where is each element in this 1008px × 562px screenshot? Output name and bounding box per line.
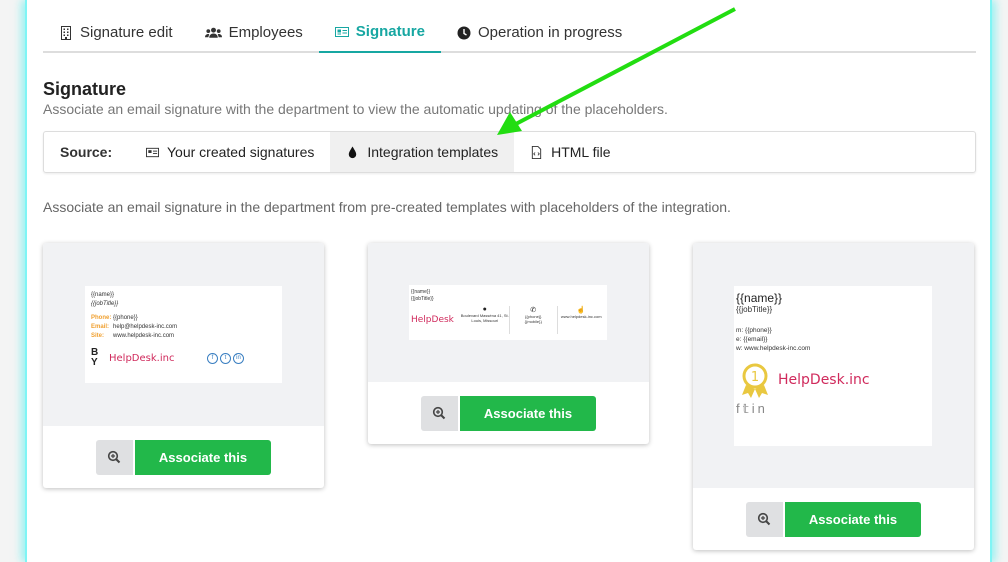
source-option-label: Integration templates: [367, 144, 499, 160]
intro-text: Associate an email signature in the depa…: [43, 199, 731, 215]
phone-block: ✆ {{phone}} {{mobile}}: [510, 306, 558, 334]
svg-text:1: 1: [751, 370, 759, 385]
template-card: {{name}} {{jobTitle}} Phone: {{phone}} E…: [43, 243, 324, 488]
zoom-in-icon: [433, 406, 446, 420]
template-card: {{name}} {{jobTitle}} HelpDesk ● Bouleva…: [368, 243, 649, 444]
sig-job: {{jobTitle}}: [411, 296, 434, 302]
facebook-icon: f: [736, 401, 743, 416]
source-option-integration-templates[interactable]: Integration templates: [330, 132, 515, 172]
phone-icon: ✆: [530, 307, 537, 314]
twitter-icon: 𝕥: [742, 401, 752, 416]
brand-logo: HelpDesk.inc: [778, 372, 870, 388]
brand-logo: HelpDesk: [411, 315, 454, 325]
preview-zoom-button[interactable]: [95, 439, 133, 475]
map-marker-icon: ●: [482, 306, 487, 313]
signature-preview: {{name}} {{jobTitle}} m: {{phone}} e: {{…: [734, 286, 932, 446]
tab-bar: Signature edit Employees Signature Opera…: [43, 12, 976, 53]
sig-name: {{name}}: [91, 292, 115, 298]
site-block: ☝ www.helpdesk-inc.com: [558, 306, 606, 334]
source-option-html-file[interactable]: HTML file: [514, 132, 626, 172]
sig-site: www.helpdesk-inc.com: [560, 314, 602, 319]
tab-label: Employees: [228, 24, 303, 41]
source-label: Source:: [60, 144, 113, 160]
pointer-icon: ☝: [576, 307, 586, 314]
card-actions: Associate this: [693, 488, 974, 550]
twitter-icon: t: [220, 352, 231, 364]
logo-by: BY: [91, 347, 99, 368]
section-title: Signature: [43, 79, 127, 99]
source-option-label: Your created signatures: [167, 144, 315, 160]
sig-name: {{name}}: [411, 289, 431, 295]
tab-label: Signature edit: [80, 24, 173, 41]
zoom-in-icon: [108, 450, 121, 464]
preview-zoom-button[interactable]: [420, 395, 458, 431]
sig-job: {{jobTitle}}: [91, 301, 119, 307]
users-icon: [204, 27, 222, 38]
section-subtitle: Associate an email signature with the de…: [43, 101, 668, 117]
source-option-label: HTML file: [551, 144, 611, 160]
main-panel: Signature edit Employees Signature Opera…: [27, 0, 990, 562]
file-code-icon: [531, 145, 542, 159]
tab-label: Operation in progress: [477, 24, 623, 41]
sig-phone-label: Phone:: [91, 315, 112, 321]
sig-web: w: www.helpdesk-inc.com: [736, 345, 811, 352]
card-actions: Associate this: [368, 382, 649, 444]
signature-preview: {{name}} {{jobTitle}} HelpDesk ● Bouleva…: [409, 285, 607, 340]
social-icons: f𝕥in: [736, 401, 930, 417]
template-preview[interactable]: {{name}} {{jobTitle}} Phone: {{phone}} E…: [43, 243, 324, 426]
card-actions: Associate this: [43, 426, 324, 488]
sig-mobile: m: {{phone}}: [736, 327, 772, 334]
sig-site-label: Site:: [91, 333, 105, 339]
source-option-created-signatures[interactable]: Your created signatures: [130, 132, 330, 172]
sig-email-label: Email:: [91, 324, 110, 330]
sig-email: help@helpdesk-inc.com: [113, 324, 178, 330]
address-block: ● Boulevard Masséna 41, St. Louis, Misso…: [460, 306, 510, 334]
template-preview[interactable]: {{name}} {{jobTitle}} HelpDesk ● Bouleva…: [368, 243, 649, 382]
clock-icon: [457, 26, 471, 39]
sig-name: {{name}}: [736, 291, 783, 305]
linkedin-icon: in: [751, 401, 768, 416]
template-preview[interactable]: {{name}} {{jobTitle}} m: {{phone}} e: {{…: [693, 243, 974, 488]
sig-phone: {{phone}}: [113, 315, 138, 321]
building-icon: [61, 25, 71, 40]
tab-signature[interactable]: Signature: [318, 12, 441, 53]
tab-label: Signature: [355, 23, 425, 40]
id-card-icon: [334, 26, 349, 37]
template-card: {{name}} {{jobTitle}} m: {{phone}} e: {{…: [693, 243, 974, 550]
associate-button[interactable]: Associate this: [784, 501, 922, 537]
preview-zoom-button[interactable]: [745, 501, 783, 537]
tab-employees[interactable]: Employees: [189, 12, 319, 53]
award-badge-icon: 1: [742, 363, 768, 398]
sig-mobile: {{mobile}}: [524, 319, 542, 324]
associate-button[interactable]: Associate this: [459, 395, 597, 431]
facebook-icon: f: [207, 352, 218, 364]
signature-preview: {{name}} {{jobTitle}} Phone: {{phone}} E…: [85, 286, 282, 383]
id-card-icon: [146, 147, 159, 157]
sig-site: www.helpdesk-inc.com: [113, 333, 175, 339]
brand-logo: HelpDesk.inc: [109, 352, 175, 364]
associate-button[interactable]: Associate this: [134, 439, 272, 475]
tab-operation-in-progress[interactable]: Operation in progress: [441, 12, 638, 53]
sig-job: {{jobTitle}}: [736, 305, 773, 314]
sig-email: e: {{email}}: [736, 336, 768, 343]
linkedin-icon: in: [233, 352, 244, 364]
zoom-in-icon: [758, 512, 771, 526]
tab-signature-edit[interactable]: Signature edit: [43, 12, 189, 53]
sig-address: Boulevard Masséna 41, St. Louis, Missour…: [460, 313, 509, 323]
drop-icon: [349, 145, 357, 158]
source-selector: Source: Your created signatures Integrat…: [43, 131, 976, 173]
